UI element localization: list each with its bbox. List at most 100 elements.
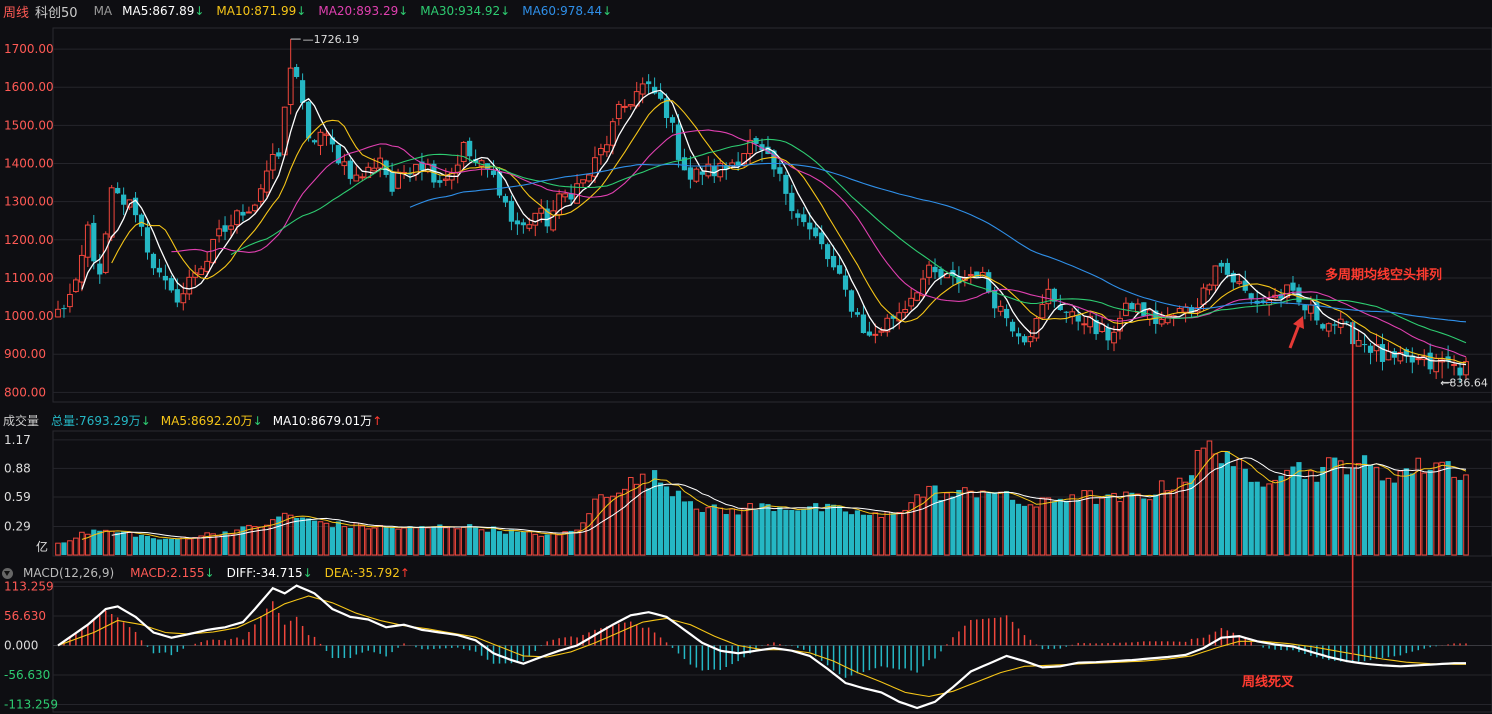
volume-bar [478,529,485,556]
candle-body [795,213,801,218]
candle-body [1004,308,1010,319]
candle-body [1361,344,1368,346]
volume-bar [580,522,586,556]
candle-body [819,232,825,245]
price-axis-label: 1300.00 [4,195,54,209]
volume-bar [866,514,872,555]
candle-body [508,200,515,222]
price-axis-label: 1400.00 [4,157,54,171]
candle-body [825,244,831,260]
volume-bar [1367,464,1374,555]
candle-body [1457,367,1463,376]
candle-body [156,267,163,273]
candle-body [997,305,1004,312]
candle-body [967,274,974,277]
moving-average-lines [81,89,1467,366]
volume-bar [156,539,163,555]
volume-bar [419,525,425,555]
volume-bar [490,526,497,555]
volume-bar [1093,503,1099,555]
y-axis-labels: 1700.00 1600.00 1500.00 1400.00 1300.00 1200.… [4,42,58,711]
volume-bar [1004,491,1010,555]
volume-bar [997,491,1004,556]
collapse-toggle-icon[interactable] [2,567,13,579]
volume-title: 成交量 [3,413,40,428]
candle-body [1200,287,1207,305]
candle-body [305,101,312,139]
volume-bar [1153,494,1159,555]
volume-bar [1451,476,1457,556]
volume-bar [1242,468,1248,555]
volume-bar [771,511,777,555]
volume-bar [556,534,562,556]
candle-body [735,161,741,166]
volume-bar [848,514,855,555]
volume-legend-bar: 成交量 总量:7693.29万↓ MA5:8692.20万↓ MA10:8679.0… [0,409,1492,431]
bearish-ma-annotation: 多周期均线空头排列 [1325,268,1443,283]
candle-body [1176,308,1183,313]
volume-bar [508,529,515,555]
candle-body [878,330,885,333]
volume-bar [1272,479,1278,556]
candle-body [168,278,174,291]
volume-bar [1069,494,1076,556]
candle-body [454,164,461,173]
macd-title[interactable]: MACD(12,26,9) [23,566,114,580]
volume-bar [454,528,461,556]
volume-bar [795,510,801,555]
candle-body [240,211,246,216]
volume-bar [413,527,419,556]
volume-bar [550,532,556,556]
candle-body [138,214,145,227]
volume-bar [520,531,526,555]
volume-bar [896,512,903,556]
volume-bar [121,531,127,555]
volume-bar [854,510,861,555]
candle-body [598,148,604,156]
volume-bar [1391,482,1398,555]
volume-bar [1194,449,1201,556]
volume-bar [1421,472,1428,556]
candle-body [1451,364,1457,367]
candle-body [801,214,807,223]
candle-body [467,140,473,157]
candle-body [777,167,783,174]
chart-canvas[interactable]: 1700.00 1600.00 1500.00 1400.00 1300.00 1200.… [0,0,1492,714]
volume-bar [1123,491,1129,556]
volume-legend-items: 总量:7693.29万↓ MA5:8692.20万↓ MA10:8679.01万↑ [51,412,382,429]
volume-bar [830,504,837,555]
candle-body [693,168,700,182]
candle-body [657,92,664,99]
volume-bar [616,492,622,556]
volume-bars [55,440,1469,556]
volume-bar [657,482,664,555]
candle-body [1463,361,1469,376]
volume-bar [1170,489,1177,556]
volume-bar [1075,500,1081,555]
volume-bar [562,531,568,556]
volume-bar [67,540,73,556]
volume-bar [347,527,353,555]
candle-body [1302,305,1308,311]
volume-bar [407,526,413,555]
high-price-label: —1726.19 [303,33,360,46]
candle-body [502,196,509,203]
volume-bar [395,528,401,556]
volume-bar [460,526,467,556]
volume-bar [115,532,121,555]
candle-body [538,207,545,214]
volume-bar [198,535,204,556]
candle-body [789,192,795,212]
candle-body [269,153,276,171]
volume-bar [729,508,735,556]
candle-body [347,160,353,179]
volume-bar [323,522,330,556]
candle-body [1027,336,1034,343]
volume-bar [341,526,348,556]
volume-bar [1260,486,1266,555]
candle-body [1307,304,1314,314]
candle-body [150,253,157,269]
volume-legend-item-arrow-0: ↓ [140,413,151,428]
volume-bar [1409,473,1415,555]
macd-legend-item-2: DEA:-35.792↑ [324,566,410,580]
